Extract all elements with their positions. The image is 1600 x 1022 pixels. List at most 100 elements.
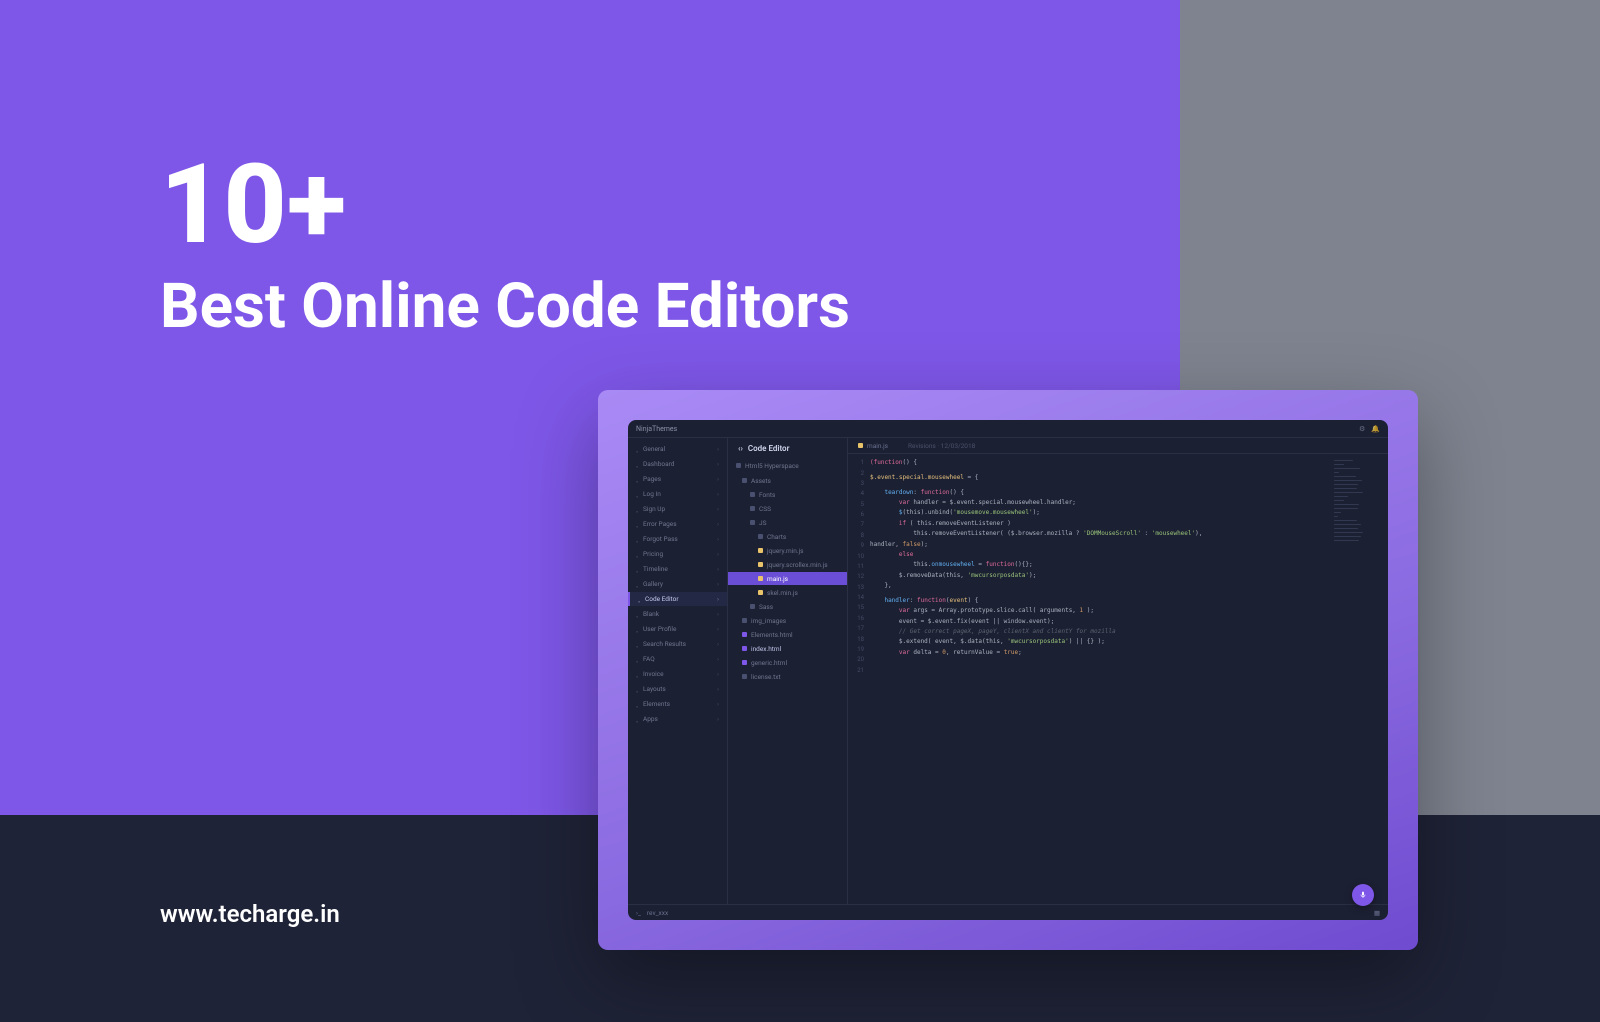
chevron-right-icon: › bbox=[717, 715, 719, 723]
nav-item[interactable]: •Elements› bbox=[628, 697, 727, 711]
tree-root[interactable]: Html5 Hyperspace bbox=[728, 459, 847, 472]
folder-icon bbox=[750, 520, 755, 525]
code-line: }, bbox=[870, 581, 1328, 591]
settings-icon[interactable]: ⚙ bbox=[1359, 425, 1365, 433]
code-line: else bbox=[870, 550, 1328, 560]
nav-item-label: Error Pages bbox=[643, 520, 677, 528]
minimap-line bbox=[1334, 528, 1358, 529]
tree-item[interactable]: Assets bbox=[728, 474, 847, 487]
nav-item-label: Dashboard bbox=[643, 460, 674, 468]
nav-item[interactable]: •FAQ› bbox=[628, 652, 727, 666]
code-line: $.event.special.mousewheel = { bbox=[870, 473, 1328, 483]
code-line: var args = Array.prototype.slice.call( a… bbox=[870, 606, 1328, 616]
code-line: handler, false); bbox=[870, 539, 1328, 549]
chevron-right-icon: › bbox=[717, 490, 719, 498]
layout-icon[interactable]: ▦ bbox=[1374, 909, 1380, 917]
line-number: 9 bbox=[848, 541, 870, 551]
tree-item[interactable]: main.js bbox=[728, 572, 847, 585]
chevron-right-icon: › bbox=[717, 460, 719, 468]
folder-icon bbox=[742, 618, 747, 623]
tree-item[interactable]: generic.html bbox=[728, 656, 847, 669]
nav-item[interactable]: •Error Pages› bbox=[628, 517, 727, 531]
tree-item[interactable]: index.html bbox=[728, 642, 847, 655]
nav-item-label: Pricing bbox=[643, 550, 663, 558]
nav-item[interactable]: •Sign Up› bbox=[628, 502, 727, 516]
nav-item-label: Timeline bbox=[643, 565, 668, 573]
nav-item-label: Gallery bbox=[643, 580, 663, 588]
nav-bullet-icon: • bbox=[636, 583, 639, 586]
nav-bullet-icon: • bbox=[636, 688, 639, 691]
js-icon bbox=[758, 590, 763, 595]
nav-bullet-icon: • bbox=[638, 598, 641, 601]
nav-item[interactable]: •Timeline› bbox=[628, 562, 727, 576]
code-area: main.js Revisions · 12/03/2018 123456789… bbox=[848, 438, 1388, 904]
tree-item[interactable]: img_images bbox=[728, 614, 847, 627]
editor-nav: •General› • Dashboard › •Pages›•Log In›•Sign… bbox=[628, 438, 728, 904]
code-editor-window: NinjaThemes ⚙ 🔔 •General› • Dashboard › •Pag… bbox=[628, 420, 1388, 920]
chevron-right-icon: › bbox=[717, 685, 719, 693]
editor-brand: NinjaThemes bbox=[636, 425, 677, 433]
code-lines[interactable]: (function() {$.event.special.mousewheel … bbox=[870, 454, 1328, 904]
tree-item[interactable]: Elements.html bbox=[728, 628, 847, 641]
html-icon bbox=[742, 646, 747, 651]
tree-item-label: Elements.html bbox=[751, 631, 793, 639]
nav-item[interactable]: •Gallery› bbox=[628, 577, 727, 591]
minimap-line bbox=[1334, 480, 1362, 481]
code-line: this.onmousewheel = function(){}; bbox=[870, 560, 1328, 570]
code-line: // Get correct pageX, pageY, clientX and… bbox=[870, 627, 1328, 637]
nav-bullet-icon: • bbox=[636, 658, 639, 661]
editor-body: •General› • Dashboard › •Pages›•Log In›•Sign… bbox=[628, 438, 1388, 904]
js-icon bbox=[758, 562, 763, 567]
tab-main[interactable]: main.js bbox=[848, 438, 898, 453]
code-line: var handler = $.event.special.mousewheel… bbox=[870, 498, 1328, 508]
nav-item-label: Forgot Pass bbox=[643, 535, 678, 543]
tree-item-label: skel.min.js bbox=[767, 589, 798, 597]
nav-item[interactable]: •User Profile› bbox=[628, 622, 727, 636]
nav-item[interactable]: •Pages› bbox=[628, 472, 727, 486]
tree-root-label: Html5 Hyperspace bbox=[745, 462, 799, 470]
code-line: event = $.event.fix(event || window.even… bbox=[870, 616, 1328, 626]
tree-item[interactable]: skel.min.js bbox=[728, 586, 847, 599]
minimap-line bbox=[1334, 460, 1353, 461]
nav-item[interactable]: •Layouts› bbox=[628, 682, 727, 696]
code-line: $(this).unbind('mousemove.mousewheel'); bbox=[870, 508, 1328, 518]
tree-item[interactable]: jquery.min.js bbox=[728, 544, 847, 557]
tree-item[interactable]: jquery.scrollex.min.js bbox=[728, 558, 847, 571]
line-number: 4 bbox=[848, 489, 870, 499]
tab-revisions[interactable]: Revisions · 12/03/2018 bbox=[898, 438, 985, 453]
line-number: 18 bbox=[848, 634, 870, 644]
nav-item[interactable]: •Search Results› bbox=[628, 637, 727, 651]
notification-icon[interactable]: 🔔 bbox=[1371, 425, 1380, 433]
chevron-right-icon: › bbox=[717, 625, 719, 633]
code-line: teardown: function() { bbox=[870, 488, 1328, 498]
tree-item-label: img_images bbox=[751, 617, 786, 625]
line-number: 21 bbox=[848, 666, 870, 676]
voice-fab[interactable] bbox=[1352, 884, 1374, 906]
nav-bullet-icon: • bbox=[636, 523, 639, 526]
chevron-right-icon: › bbox=[717, 700, 719, 708]
tree-item[interactable]: CSS bbox=[728, 502, 847, 515]
terminal-icon[interactable]: ›_ bbox=[636, 909, 641, 917]
tree-item[interactable]: JS bbox=[728, 516, 847, 529]
code-icon: ‹› bbox=[738, 444, 743, 453]
tree-item[interactable]: Sass bbox=[728, 600, 847, 613]
nav-item[interactable]: •Invoice› bbox=[628, 667, 727, 681]
chevron-right-icon: › bbox=[717, 505, 719, 513]
nav-item[interactable]: •Dashboard› bbox=[628, 457, 727, 471]
tree-item[interactable]: Charts bbox=[728, 530, 847, 543]
line-number: 13 bbox=[848, 583, 870, 593]
minimap-line bbox=[1334, 488, 1357, 489]
minimap[interactable] bbox=[1328, 454, 1388, 904]
tree-item[interactable]: license.txt bbox=[728, 670, 847, 683]
editor-tabs: main.js Revisions · 12/03/2018 bbox=[848, 438, 1388, 454]
nav-item[interactable]: •Forgot Pass› bbox=[628, 532, 727, 546]
nav-item[interactable]: •Pricing› bbox=[628, 547, 727, 561]
nav-item[interactable]: •Log In› bbox=[628, 487, 727, 501]
nav-item[interactable]: •Code Editor› bbox=[628, 592, 727, 606]
nav-item[interactable]: •Blank› bbox=[628, 607, 727, 621]
nav-item[interactable]: •Apps› bbox=[628, 712, 727, 726]
tree-item[interactable]: Fonts bbox=[728, 488, 847, 501]
nav-item-label: User Profile bbox=[643, 625, 676, 633]
file-panel-title-text: Code Editor bbox=[748, 444, 790, 453]
nav-item[interactable]: •General› bbox=[628, 442, 727, 456]
